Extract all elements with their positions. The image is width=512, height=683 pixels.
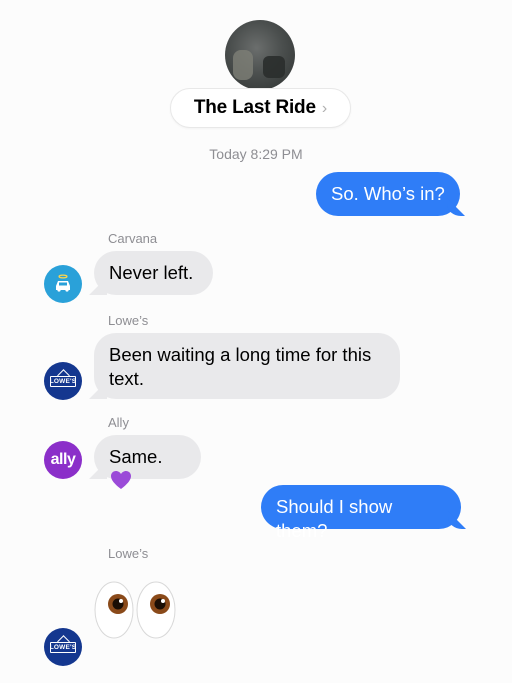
incoming-message-bubble[interactable]: Same.: [94, 435, 201, 489]
purple-heart-icon: [111, 471, 131, 489]
message-text: Same.: [109, 446, 163, 467]
sender-name: Carvana: [108, 231, 158, 246]
sender-name: Lowe’s: [108, 546, 149, 561]
message-text: So. Who’s in?: [331, 183, 445, 204]
ally-logo: ally: [50, 451, 76, 468]
message-text-line: Been waiting a long time for this: [109, 344, 372, 365]
outgoing-message-bubble[interactable]: Should I show them?: [261, 485, 461, 541]
sender-name: Ally: [108, 415, 129, 430]
message-thread: The Last Ride › Today 8:29 PM So. Who’s …: [0, 0, 512, 683]
lowes-avatar[interactable]: LOWE'S: [44, 362, 82, 400]
timestamp-time: 8:29 PM: [250, 146, 303, 162]
incoming-message-bubble[interactable]: Been waiting a long time for this text.: [94, 333, 400, 399]
lowes-logo: LOWE'S: [49, 375, 77, 387]
message-text: Should I show them?: [276, 496, 393, 541]
conversation-title-button[interactable]: The Last Ride ›: [170, 88, 351, 128]
timestamp-day: Today: [209, 146, 247, 162]
message-timestamp: Today 8:29 PM: [0, 146, 512, 162]
eyes-emoji-icon[interactable]: [92, 580, 178, 640]
group-avatar[interactable]: [225, 20, 295, 90]
car-with-halo-icon: [56, 274, 70, 292]
sender-name: Lowe’s: [108, 313, 149, 328]
carvana-avatar[interactable]: [44, 265, 82, 303]
lowes-logo: LOWE'S: [49, 641, 77, 653]
conversation-title: The Last Ride: [193, 97, 316, 118]
chevron-right-icon: ›: [321, 99, 328, 117]
incoming-message-bubble[interactable]: Never left.: [94, 251, 213, 295]
message-text-line: text.: [109, 368, 144, 389]
ally-avatar[interactable]: ally: [44, 441, 82, 479]
lowes-avatar[interactable]: LOWE'S: [44, 628, 82, 666]
outgoing-message-bubble[interactable]: So. Who’s in?: [316, 172, 460, 216]
message-text: Never left.: [109, 262, 194, 283]
